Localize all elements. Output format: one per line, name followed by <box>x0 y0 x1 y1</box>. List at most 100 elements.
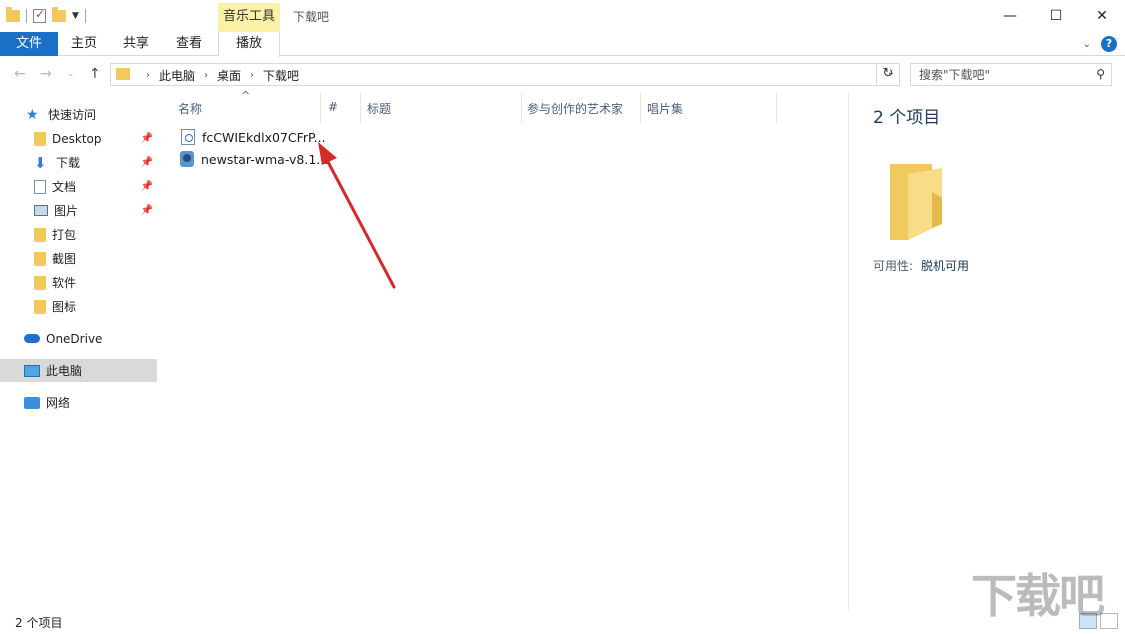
search-box[interactable]: ⚲ <box>910 63 1112 86</box>
sidebar-item-label: Desktop <box>52 131 102 146</box>
column-separator[interactable] <box>640 93 641 123</box>
sidebar-item-pack[interactable]: 打包 <box>0 223 157 246</box>
sidebar-item-onedrive[interactable]: OneDrive <box>0 327 157 350</box>
star-icon: ★ <box>26 106 39 123</box>
help-icon[interactable]: ? <box>1101 36 1117 52</box>
sidebar-item-downloads[interactable]: ⬇ 下载 📌 <box>0 151 157 174</box>
search-icon[interactable]: ⚲ <box>1096 67 1105 81</box>
tab-play[interactable]: 播放 <box>218 32 280 57</box>
chevron-right-icon[interactable]: › <box>204 70 208 81</box>
sidebar-item-label: 网络 <box>46 396 71 410</box>
sidebar-item-this-pc[interactable]: 此电脑 <box>0 359 157 382</box>
separator <box>26 9 27 23</box>
availability-label: 可用性: <box>873 259 914 273</box>
file-name: newstar-wma-v8.1... <box>201 151 329 167</box>
window-title: 下载吧 <box>293 10 330 24</box>
tab-view[interactable]: 查看 <box>162 32 216 56</box>
file-row[interactable]: newstar-wma-v8.1... <box>180 148 330 170</box>
refresh-button[interactable]: ↻ <box>876 63 900 86</box>
ribbon-tabs: 文件 主页 共享 查看 播放 ⌄ ? <box>0 32 1125 57</box>
pin-icon[interactable]: 📌 <box>141 133 153 144</box>
sidebar-item-pictures[interactable]: 图片 📌 <box>0 199 157 222</box>
pin-icon[interactable]: 📌 <box>141 157 153 168</box>
search-input[interactable] <box>911 64 1081 85</box>
close-button[interactable]: ✕ <box>1079 0 1125 32</box>
recent-locations-chevron-icon[interactable]: ⌄ <box>67 69 75 79</box>
sidebar-item-label: 快速访问 <box>48 108 97 122</box>
navigation-pane: ★ 快速访问 Desktop 📌 ⬇ 下载 📌 文档 📌 图片 📌 打包 截图 … <box>0 93 160 610</box>
document-icon <box>34 179 46 194</box>
sidebar-item-screenshots[interactable]: 截图 <box>0 247 157 270</box>
availability-value: 脱机可用 <box>921 259 970 273</box>
sidebar-item-label: 文档 <box>52 180 77 194</box>
new-folder-icon[interactable] <box>52 7 66 22</box>
column-separator[interactable] <box>776 93 777 123</box>
sort-ascending-chevron-icon: ^ <box>241 89 251 102</box>
pin-icon[interactable]: 📌 <box>141 205 153 216</box>
folder-icon <box>34 275 46 290</box>
separator <box>84 9 86 23</box>
sidebar-item-desktop[interactable]: Desktop 📌 <box>0 127 157 150</box>
sidebar-item-label: 图标 <box>52 300 77 314</box>
address-bar[interactable]: › 此电脑 › 桌面 › 下载吧 ⌄ <box>110 63 900 86</box>
customize-toolbar-chevron-icon[interactable]: ▼ <box>72 11 79 21</box>
breadcrumb-desktop[interactable]: 桌面 <box>217 67 241 84</box>
column-headers: ^ 名称 # 标题 参与创作的艺术家 唱片集 <box>160 89 850 123</box>
folder-icon[interactable] <box>6 7 20 22</box>
computer-icon <box>24 364 40 377</box>
forward-arrow-icon[interactable]: → <box>40 66 52 82</box>
status-bar: 2 个项目 <box>0 610 1125 634</box>
column-separator[interactable] <box>320 93 321 123</box>
folder-icon <box>116 68 130 80</box>
title-bar: ▼ 音乐工具 下载吧 — ☐ ✕ <box>0 0 1125 32</box>
sidebar-item-software[interactable]: 软件 <box>0 271 157 294</box>
folder-icon <box>34 299 46 314</box>
column-header-title[interactable]: 标题 <box>367 100 391 117</box>
pin-icon[interactable]: 📌 <box>141 181 153 192</box>
pictures-icon <box>34 205 48 216</box>
installer-icon <box>180 151 194 167</box>
sidebar-item-label: 图片 <box>54 204 79 218</box>
quick-access-toolbar: ▼ <box>6 6 86 26</box>
sidebar-item-quick-access[interactable]: ★ 快速访问 <box>0 103 157 126</box>
status-item-count: 2 个项目 <box>15 616 63 630</box>
audio-file-icon <box>181 129 195 145</box>
back-arrow-icon[interactable]: ← <box>14 66 26 82</box>
file-row[interactable]: fcCWIEkdlx07CFrP... <box>181 126 331 148</box>
ribbon-controls: ⌄ ? <box>1083 36 1117 52</box>
up-arrow-icon[interactable]: ↑ <box>89 66 101 82</box>
folder-icon <box>890 164 942 240</box>
column-header-album[interactable]: 唱片集 <box>647 100 683 117</box>
minimize-button[interactable]: — <box>987 0 1033 32</box>
sidebar-item-icons[interactable]: 图标 <box>0 295 157 318</box>
contextual-tab-music-tools: 音乐工具 <box>218 3 280 32</box>
breadcrumb-download-bar[interactable]: 下载吧 <box>263 67 299 84</box>
column-separator[interactable] <box>360 93 361 123</box>
breadcrumb-this-pc[interactable]: 此电脑 <box>159 67 195 84</box>
column-separator[interactable] <box>521 93 522 123</box>
sidebar-item-documents[interactable]: 文档 📌 <box>0 175 157 198</box>
tab-file[interactable]: 文件 <box>0 32 58 56</box>
tab-share[interactable]: 共享 <box>110 32 162 56</box>
column-header-number[interactable]: # <box>328 100 338 114</box>
watermark-logo: 下载吧 <box>971 569 1105 623</box>
navigation-bar: ← → ⌄ ↑ › 此电脑 › 桌面 › 下载吧 ⌄ ↻ ⚲ <box>0 57 1125 93</box>
column-header-artists[interactable]: 参与创作的艺术家 <box>527 100 623 117</box>
folder-icon <box>34 227 46 242</box>
network-icon <box>24 396 40 409</box>
expand-ribbon-chevron-icon[interactable]: ⌄ <box>1083 39 1091 50</box>
sidebar-item-network[interactable]: 网络 <box>0 391 157 414</box>
sidebar-item-label: 此电脑 <box>46 364 83 378</box>
download-icon: ⬇ <box>34 153 47 172</box>
chevron-right-icon[interactable]: › <box>250 70 254 81</box>
maximize-button[interactable]: ☐ <box>1033 0 1079 32</box>
tab-home[interactable]: 主页 <box>58 32 110 56</box>
column-header-name[interactable]: 名称 <box>178 100 202 117</box>
properties-icon[interactable] <box>33 7 46 23</box>
chevron-right-icon[interactable]: › <box>146 70 150 81</box>
cloud-icon <box>24 334 40 343</box>
breadcrumb: › 此电脑 › 桌面 › 下载吧 <box>137 67 299 84</box>
sidebar-item-label: OneDrive <box>46 331 103 346</box>
file-name: fcCWIEkdlx07CFrP... <box>202 129 326 145</box>
details-pane-divider[interactable] <box>848 93 849 610</box>
